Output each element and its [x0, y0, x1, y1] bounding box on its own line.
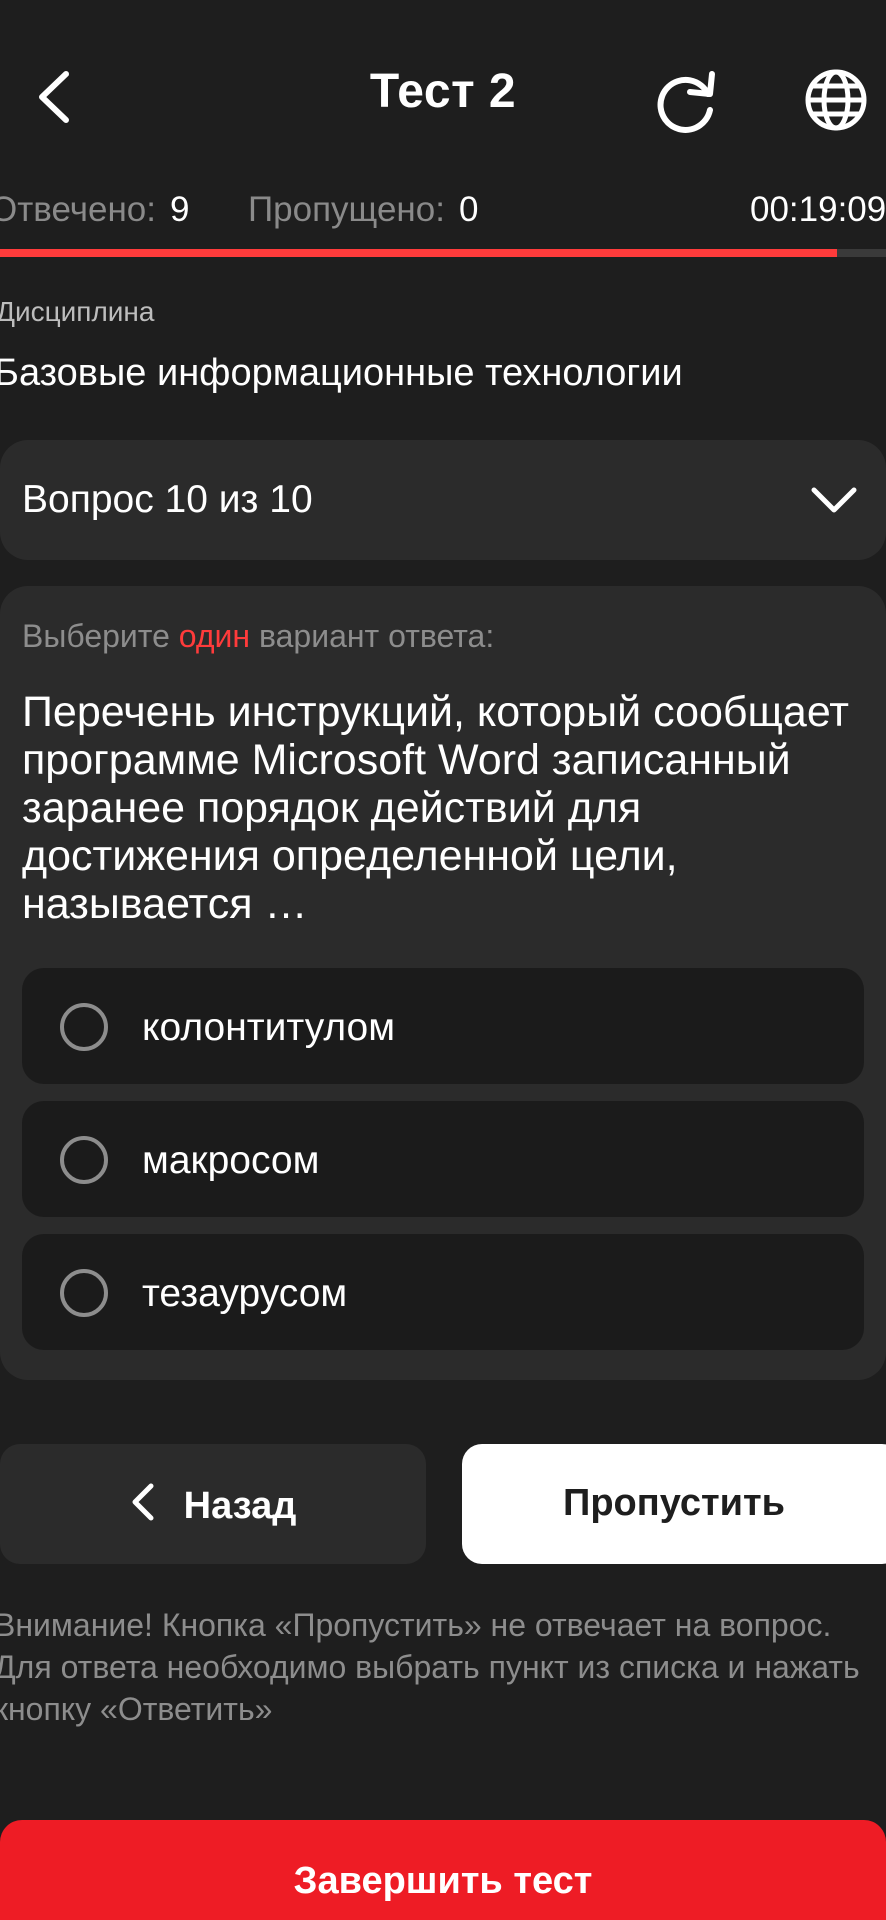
finish-test-label: Завершить тест: [293, 1860, 593, 1902]
question-selector-label: Вопрос 10 из 10: [22, 478, 313, 521]
instruction-accent: один: [178, 618, 251, 654]
radio-icon[interactable]: [60, 1003, 108, 1051]
chevron-left-icon: [132, 1483, 154, 1521]
radio-icon[interactable]: [60, 1136, 108, 1184]
skip-button[interactable]: Пропустить: [462, 1444, 886, 1564]
reload-icon: [657, 71, 715, 133]
instruction-suffix: вариант ответа:: [258, 618, 495, 654]
back-button-label: Назад: [183, 1485, 297, 1527]
instruction-prefix: Выберите: [22, 618, 170, 654]
answered-counter: Отвечено: 9: [0, 190, 189, 230]
timer: 00:19:09: [750, 190, 886, 229]
answered-label: Отвечено:: [0, 190, 156, 229]
discipline-label: Дисциплина: [0, 296, 155, 327]
progress-bar: [0, 249, 886, 257]
skipped-value: 0: [458, 190, 479, 229]
answered-value: 9: [169, 190, 190, 229]
answer-option[interactable]: тезаурусом: [22, 1234, 864, 1350]
skip-button-label: Пропустить: [563, 1482, 785, 1524]
answer-option-label: тезаурусом: [142, 1272, 348, 1315]
discipline-name: Базовые информационные технологии: [0, 352, 683, 394]
finish-test-button[interactable]: Завершить тест: [0, 1820, 886, 1920]
question-selector[interactable]: Вопрос 10 из 10: [0, 440, 886, 560]
radio-icon[interactable]: [60, 1269, 108, 1317]
chevron-down-icon: [811, 487, 857, 513]
answer-instruction: Выберите один вариант ответа:: [22, 618, 494, 655]
back-button[interactable]: Назад: [0, 1444, 426, 1564]
progress-fill: [0, 249, 838, 257]
question-text: Перечень инструкций, который сообщает пр…: [22, 688, 849, 928]
skip-warning: Внимание! Кнопка «Пропустить» не отвечае…: [0, 1607, 860, 1727]
reload-button[interactable]: [650, 64, 722, 136]
globe-icon: [805, 69, 867, 131]
language-button[interactable]: [800, 64, 872, 136]
page-title: Тест 2: [369, 65, 517, 118]
answer-option[interactable]: макросом: [22, 1101, 864, 1217]
question-card: Выберите один вариант ответа: Перечень и…: [0, 586, 886, 1380]
skipped-counter: Пропущено: 0: [248, 190, 478, 230]
skipped-label: Пропущено:: [248, 190, 445, 229]
back-button-content: Назад: [0, 1482, 426, 1528]
answer-option-label: колонтитулом: [142, 1006, 396, 1049]
answer-option-label: макросом: [142, 1139, 320, 1182]
answer-option[interactable]: колонтитулом: [22, 968, 864, 1084]
